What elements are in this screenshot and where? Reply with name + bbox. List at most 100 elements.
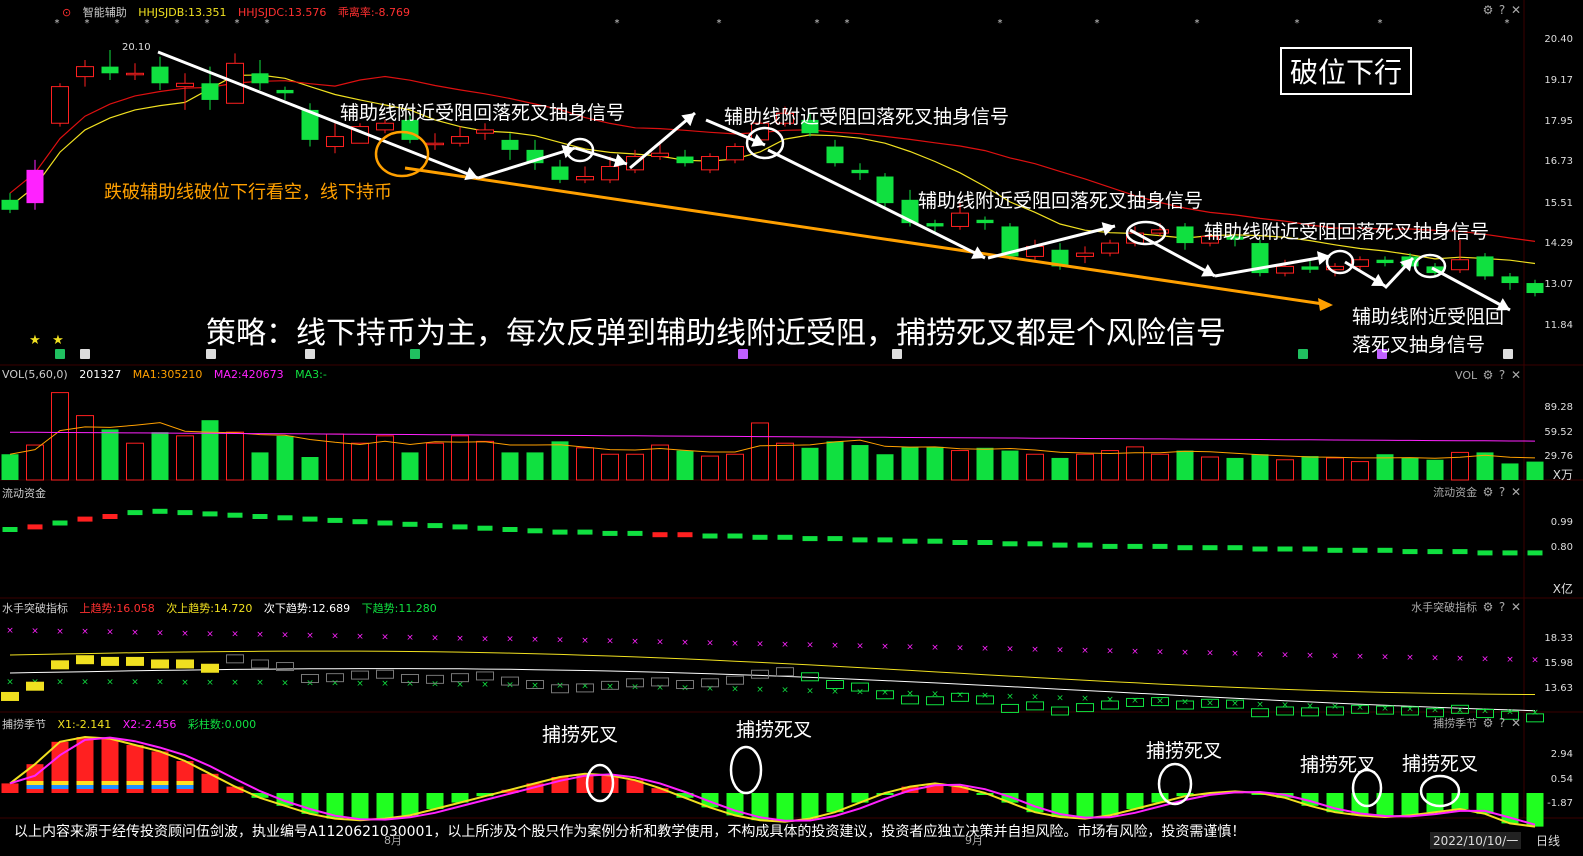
gear-icon[interactable]: ⚙: [1481, 3, 1495, 17]
close-icon[interactable]: ✕: [1509, 485, 1523, 499]
help-icon[interactable]: ?: [1495, 368, 1509, 382]
sailor-down-marker: ×: [281, 678, 289, 688]
sailor-down-marker: ×: [1106, 695, 1114, 705]
price-tick: 19.17: [1544, 75, 1573, 86]
star-marker: *: [845, 18, 850, 29]
breakdown-note: 跌破辅助线破位下行看空，线下持币: [104, 182, 392, 203]
candle-body: [951, 212, 969, 227]
close-icon[interactable]: ✕: [1509, 3, 1523, 17]
candle-body: [676, 156, 694, 164]
vol-tick: 59.52: [1544, 427, 1573, 438]
help-icon[interactable]: ?: [1495, 3, 1509, 17]
fund-flow-mark: [977, 540, 993, 545]
sailor-down-marker: ×: [606, 682, 614, 692]
sailor-up-marker: ×: [331, 631, 339, 641]
sailor-up-marker: ×: [1456, 654, 1464, 664]
sailor-up-marker: ×: [281, 631, 289, 641]
fund-flow-mark: [1252, 546, 1268, 552]
catch-label: 捕捞季节: [2, 718, 46, 731]
main-panel-tools: ⚙? ✕: [1481, 3, 1523, 17]
catch-x1: X1:-2.141: [57, 718, 112, 731]
sailor-up-marker: ×: [1306, 651, 1314, 661]
deviation-value: 乖离率:-8.769: [337, 6, 410, 19]
candle-body: [51, 86, 69, 124]
sailor-up-marker: ×: [1131, 647, 1139, 657]
gear-icon[interactable]: ⚙: [1481, 368, 1495, 382]
sailor-up-marker: ×: [81, 627, 89, 637]
catch-bar: [801, 793, 819, 819]
price-tick: 13.07: [1544, 279, 1573, 290]
volume-bar: [76, 415, 94, 481]
sailor-box: [76, 655, 94, 665]
sailor-down-marker: ×: [131, 678, 139, 688]
fund-flow-mark: [177, 510, 193, 516]
sailor-up-marker: ×: [56, 627, 64, 637]
candle-body: [276, 89, 294, 94]
help-icon[interactable]: ?: [1495, 600, 1509, 614]
volume-bar: [1051, 457, 1069, 480]
sailor-box: [1, 691, 19, 701]
sailor-up-marker: ×: [681, 638, 689, 648]
star-icon: ★: [29, 333, 41, 348]
sailor-down-marker: ×: [1356, 703, 1364, 713]
fund-flow-mark: [1177, 545, 1193, 551]
volume-bar: [251, 452, 269, 480]
sailor-up-marker: ×: [731, 639, 739, 649]
sailor-down-marker: ×: [56, 677, 64, 687]
volume-bar: [701, 455, 719, 481]
close-icon[interactable]: ✕: [1509, 600, 1523, 614]
sailor-down-marker: ×: [381, 679, 389, 689]
sailor-down-marker: ×: [1406, 705, 1414, 715]
volume-bar: [1301, 456, 1319, 480]
sailor-up-marker: ×: [1181, 648, 1189, 658]
fund-flow-mark: [1327, 547, 1343, 553]
candle-body: [876, 176, 894, 204]
close-icon[interactable]: ✕: [1509, 368, 1523, 382]
candle-body: [1101, 242, 1119, 254]
volume-bar: [1101, 450, 1119, 481]
fund-flow-mark: [627, 530, 643, 536]
candle-body: [426, 142, 444, 146]
candle-body: [251, 73, 269, 84]
volume-bar: [551, 441, 569, 480]
chevron-down-icon[interactable]: ⊙: [62, 6, 71, 19]
star-icon: ★: [52, 333, 64, 348]
catch-bar: [1526, 793, 1544, 827]
close-icon[interactable]: ✕: [1509, 716, 1523, 730]
fund-flow-mark: [427, 523, 443, 529]
gear-icon[interactable]: ⚙: [1481, 600, 1495, 614]
volume-bar: [926, 446, 944, 480]
volume-bar: [776, 442, 794, 481]
catch-bar: [1101, 793, 1119, 816]
volume-bar: [1126, 446, 1144, 481]
sailor-box: [1001, 703, 1019, 713]
volume-bar: [301, 457, 319, 480]
help-icon[interactable]: ?: [1495, 485, 1509, 499]
star-marker: *: [1095, 18, 1100, 29]
sailor-down-marker: ×: [1531, 708, 1539, 718]
sailor-up-marker: ×: [1081, 646, 1089, 656]
volume-bar: [1326, 457, 1344, 481]
gear-icon[interactable]: ⚙: [1481, 485, 1495, 499]
gear-icon[interactable]: ⚙: [1481, 716, 1495, 730]
help-icon[interactable]: ?: [1495, 716, 1509, 730]
sailor-header: 水手突破指标 上趋势:16.058 次上趋势:14.720 次下趋势:12.68…: [2, 600, 445, 616]
catch-color-bar: [101, 785, 119, 789]
sailor-down-marker: ×: [881, 688, 889, 698]
vol-unit: X万: [1552, 468, 1573, 482]
fund-flow-mark: [1077, 542, 1093, 548]
sailor-down-marker: ×: [481, 680, 489, 690]
volume-bar: [1076, 453, 1094, 481]
fund-flow-mark: [902, 538, 918, 544]
price-tick: 15.51: [1544, 198, 1573, 209]
signal-arrow-head: [1101, 222, 1115, 236]
volume-bar: [1151, 453, 1169, 481]
sailor-up-marker: ×: [806, 641, 814, 651]
candle-body: [176, 82, 194, 88]
fund-flow-mark: [1452, 549, 1468, 555]
volume-bar: [401, 452, 419, 480]
signal-badge: [55, 349, 65, 359]
period-label[interactable]: 日线: [1536, 832, 1560, 849]
fund-label: 流动资金: [2, 487, 46, 500]
fund-flow-mark: [1427, 549, 1443, 555]
